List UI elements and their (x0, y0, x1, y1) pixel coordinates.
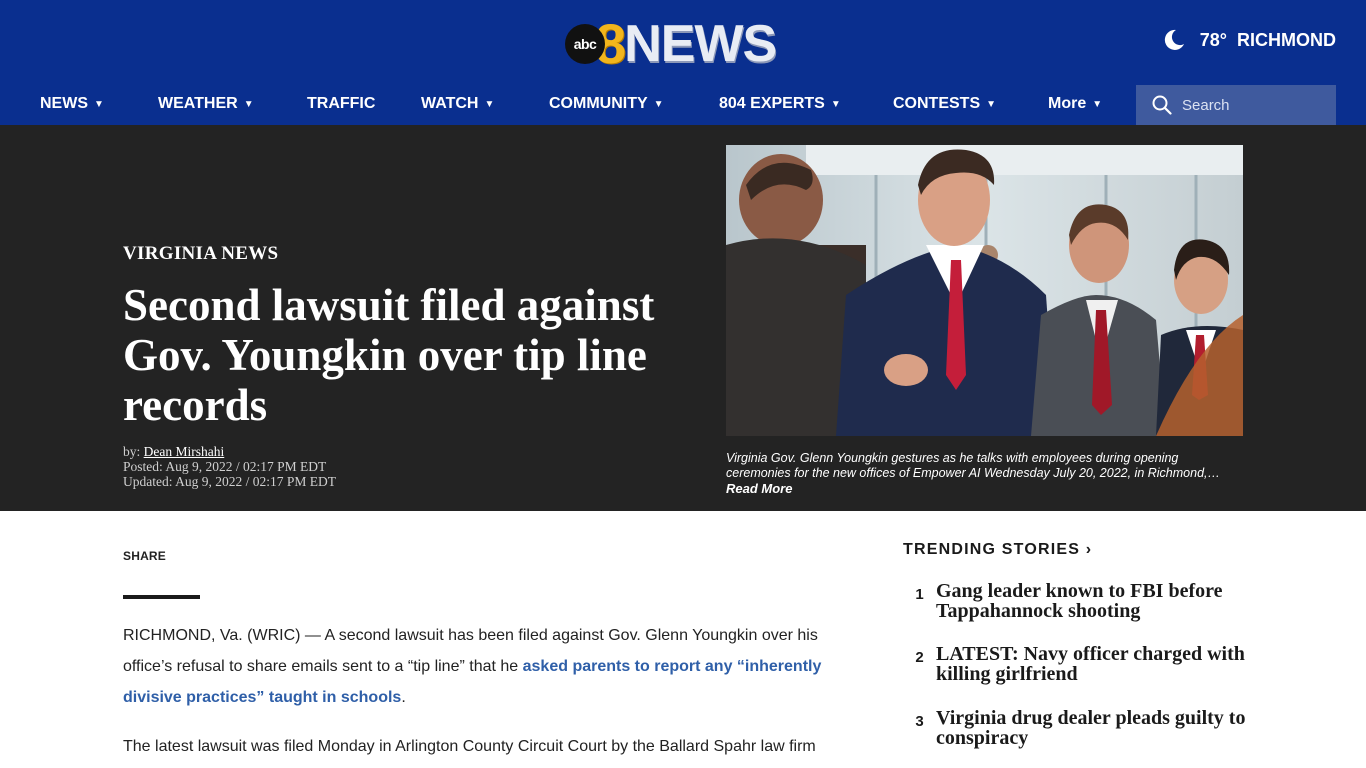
chevron-down-icon: ▼ (94, 98, 104, 110)
nav-item-804-experts[interactable]: 804 EXPERTS ▼ (719, 95, 841, 113)
article-paragraph-1: RICHMOND, Va. (WRIC) — A second lawsuit … (123, 620, 868, 713)
nav-item-traffic[interactable]: TRAFFIC (307, 95, 375, 113)
photo-caption: Virginia Gov. Glenn Youngkin gestures as… (726, 451, 1220, 480)
nav-item-news[interactable]: NEWS ▼ (40, 95, 104, 113)
nav-label: COMMUNITY (549, 95, 648, 112)
chevron-down-icon: ▼ (830, 98, 841, 110)
chevron-down-icon: ▼ (484, 98, 495, 110)
search-icon[interactable] (1152, 95, 1172, 115)
trending-headline[interactable]: LATEST: Navy officer charged with killin… (936, 644, 1246, 684)
author-link[interactable]: Dean Mirshahi (144, 444, 225, 459)
trending-rank: 2 (915, 649, 924, 666)
hero-photo (726, 145, 1243, 436)
share-label: SHARE (123, 549, 167, 563)
weather-temp: 78° (1199, 29, 1227, 50)
nav-label: WATCH (421, 95, 479, 112)
nav-item-contests[interactable]: CONTESTS ▼ (893, 95, 996, 113)
article-byline: by: Dean Mirshahi Posted: Aug 9, 2022 / … (123, 444, 336, 489)
nav-label: NEWS (40, 95, 88, 112)
nav-label: 804 EXPERTS (719, 95, 825, 112)
trending-item[interactable]: 1 Gang leader known to FBI before Tappah… (903, 581, 1253, 621)
nav-item-more[interactable]: More ▼ (1048, 95, 1102, 113)
nav-label: CONTESTS (893, 95, 981, 112)
trending-headline[interactable]: Virginia drug dealer pleads guilty to co… (936, 708, 1246, 748)
article-paragraph-2: The latest lawsuit was filed Monday in A… (123, 738, 816, 755)
trending-item[interactable]: 2 LATEST: Navy officer charged with kill… (903, 644, 1253, 684)
byline-prefix: by: (123, 444, 141, 459)
chevron-down-icon: ▼ (1092, 98, 1103, 110)
logo-news: NEWS (624, 15, 777, 73)
section-kicker[interactable]: VIRGINIA NEWS (123, 243, 278, 265)
article-hero: VIRGINIA NEWS Second lawsuit filed again… (0, 125, 1366, 511)
trending-rank: 3 (915, 713, 924, 730)
moon-icon (1164, 29, 1184, 50)
nav-item-community[interactable]: COMMUNITY ▼ (549, 95, 664, 113)
posted-date: Posted: Aug 9, 2022 / 02:17 PM EDT (123, 459, 327, 474)
nav-label: More (1048, 95, 1087, 112)
search-input[interactable] (1182, 96, 1332, 114)
paragraph-text-end: . (401, 689, 406, 706)
nav-item-weather[interactable]: WEATHER ▼ (158, 95, 254, 113)
chevron-down-icon: ▼ (243, 98, 254, 110)
article-headline: Second lawsuit filed against Gov. Youngk… (123, 280, 655, 430)
chevron-down-icon: ▼ (986, 98, 997, 110)
trending-headline[interactable]: Gang leader known to FBI before Tappahan… (936, 581, 1246, 621)
trending-stories-heading[interactable]: TRENDING STORIES › (903, 541, 1092, 559)
trending-rank: 1 (915, 586, 924, 603)
search-box[interactable] (1136, 85, 1336, 125)
weather-city: RICHMOND (1237, 29, 1336, 50)
nav-label: TRAFFIC (307, 95, 376, 112)
share-divider (123, 595, 200, 599)
photo-illustration (726, 145, 1243, 436)
wric-logo[interactable]: abc 8 NEWS (565, 15, 777, 73)
site-header: abc 8 NEWS 78° RICHMOND (0, 0, 1366, 85)
nav-item-watch[interactable]: WATCH ▼ (421, 95, 494, 113)
read-more-link[interactable]: Read More (726, 481, 792, 496)
updated-date: Updated: Aug 9, 2022 / 02:17 PM EDT (123, 474, 336, 489)
chevron-down-icon: ▼ (653, 98, 664, 110)
trending-item[interactable]: 3 Virginia drug dealer pleads guilty to … (903, 708, 1253, 748)
main-nav: NEWS ▼ WEATHER ▼ TRAFFIC WATCH ▼ COMMUNITY ▼… (0, 85, 1366, 125)
abc-logo-mark: abc (565, 24, 605, 64)
weather-widget[interactable]: 78° RICHMOND (1162, 28, 1336, 52)
nav-label: WEATHER (158, 95, 238, 112)
